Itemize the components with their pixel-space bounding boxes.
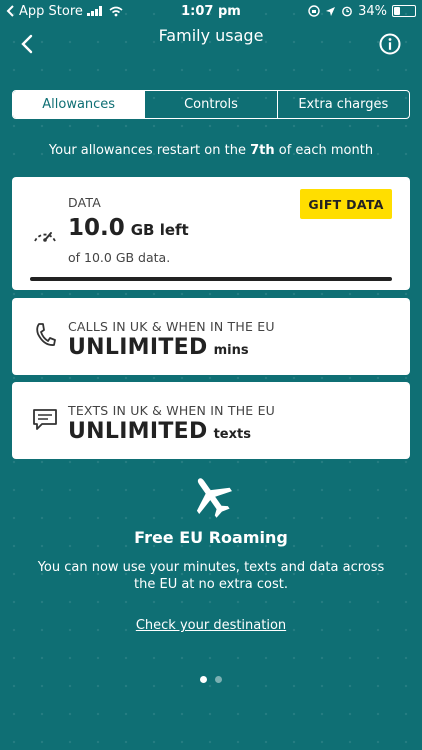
data-remaining: 10.0 GB left (68, 215, 189, 241)
page-dot-2[interactable] (215, 676, 222, 683)
roaming-title: Free EU Roaming (134, 528, 288, 547)
gift-data-button[interactable]: GIFT DATA (300, 189, 392, 219)
nav-bar: Family usage (0, 24, 422, 64)
data-label: DATA (68, 195, 102, 210)
restart-prefix: Your allowances restart on the (48, 143, 251, 158)
texts-unit: texts (213, 427, 251, 442)
battery-icon (392, 5, 416, 17)
data-usage-bar-fill (30, 277, 392, 281)
page-indicator[interactable] (0, 676, 422, 683)
allowance-restart-text: Your allowances restart on the 7th of ea… (0, 143, 422, 158)
speedometer-icon (34, 232, 56, 242)
texts-unlimited: UNLIMITED (68, 419, 208, 444)
tab-controls[interactable]: Controls (144, 91, 276, 118)
phone-icon (36, 323, 56, 346)
calls-allowance-card: CALLS IN UK & WHEN IN THE EU UNLIMITED m… (12, 298, 410, 375)
calls-unit: mins (213, 343, 249, 358)
info-icon[interactable] (378, 32, 402, 56)
restart-suffix: of each month (274, 143, 374, 158)
roaming-description: You can now use your minutes, texts and … (37, 560, 385, 592)
tab-extra-charges[interactable]: Extra charges (276, 91, 409, 118)
texts-value: UNLIMITED texts (68, 419, 251, 444)
data-total: of 10.0 GB data. (68, 250, 171, 265)
check-destination-link[interactable]: Check your destination (136, 618, 286, 633)
texts-label: TEXTS IN UK & WHEN IN THE EU (68, 403, 276, 418)
status-time: 1:07 pm (181, 3, 241, 19)
message-icon (33, 409, 57, 430)
data-usage-bar (30, 277, 392, 281)
data-amount: 10.0 (68, 215, 125, 241)
data-unit: GB left (130, 221, 189, 239)
tab-allowances[interactable]: Allowances (13, 91, 145, 118)
data-allowance-card: DATA 10.0 GB left of 10.0 GB data. GIFT … (12, 177, 410, 290)
page-dot-1[interactable] (200, 676, 207, 683)
calls-value: UNLIMITED mins (68, 335, 249, 360)
airplane-icon (196, 478, 232, 518)
texts-allowance-card: TEXTS IN UK & WHEN IN THE EU UNLIMITED t… (12, 382, 410, 459)
calls-label: CALLS IN UK & WHEN IN THE EU (68, 319, 275, 334)
segmented-tabs: Allowances Controls Extra charges (12, 90, 410, 119)
status-bar: App Store 1:07 pm 34% (0, 0, 422, 22)
page-title: Family usage (158, 26, 264, 45)
calls-unlimited: UNLIMITED (68, 335, 208, 360)
restart-day: 7th (250, 143, 275, 158)
